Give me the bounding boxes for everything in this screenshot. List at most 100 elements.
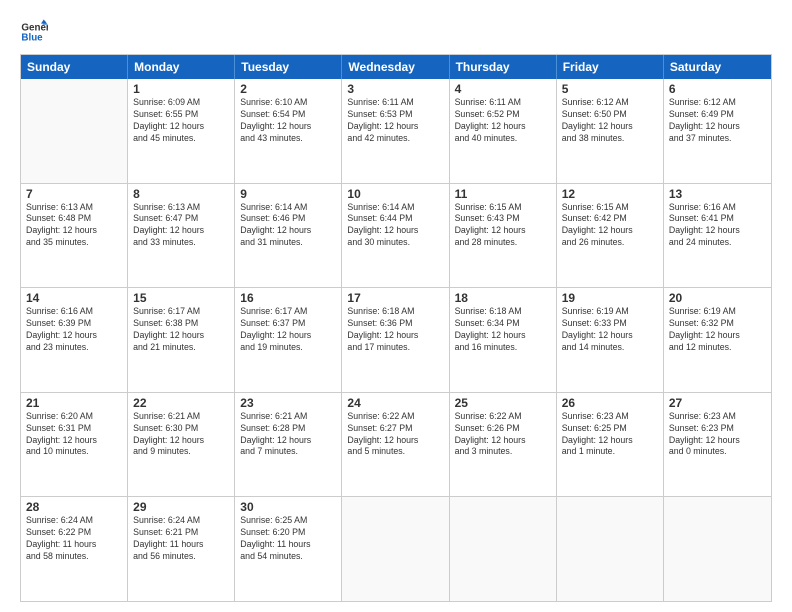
calendar-cell: 9Sunrise: 6:14 AMSunset: 6:46 PMDaylight… bbox=[235, 184, 342, 288]
cell-info: Daylight: 12 hours bbox=[562, 225, 658, 237]
calendar-row: 21Sunrise: 6:20 AMSunset: 6:31 PM Dayligh… bbox=[21, 393, 771, 498]
cell-info: Daylight: 12 hours bbox=[347, 121, 443, 133]
day-number: 13 bbox=[669, 187, 766, 201]
cell-info: Sunset: 6:37 PM bbox=[240, 318, 336, 330]
svg-text:Blue: Blue bbox=[21, 32, 43, 43]
cell-info: Sunset: 6:30 PM bbox=[133, 423, 229, 435]
cell-info: Sunset: 6:44 PM bbox=[347, 213, 443, 225]
calendar: SundayMondayTuesdayWednesdayThursdayFrid… bbox=[20, 54, 772, 602]
cell-info: Sunset: 6:38 PM bbox=[133, 318, 229, 330]
cell-info: Sunset: 6:34 PM bbox=[455, 318, 551, 330]
calendar-cell bbox=[664, 497, 771, 601]
calendar-cell: 18Sunrise: 6:18 AMSunset: 6:34 PMDayligh… bbox=[450, 288, 557, 392]
cell-info: and 37 minutes. bbox=[669, 133, 766, 145]
calendar-cell: 24Sunrise: 6:22 AMSunset: 6:27 PMDayligh… bbox=[342, 393, 449, 497]
calendar-header: SundayMondayTuesdayWednesdayThursdayFrid… bbox=[21, 55, 771, 79]
calendar-cell: 23Sunrise: 6:21 AMSunset: 6:28 PMDayligh… bbox=[235, 393, 342, 497]
cell-info: and 40 minutes. bbox=[455, 133, 551, 145]
cell-info: Sunrise: 6:18 AM bbox=[455, 306, 551, 318]
day-number: 29 bbox=[133, 500, 229, 514]
cell-info: Sunset: 6:31 PM bbox=[26, 423, 122, 435]
cell-info: Sunrise: 6:16 AM bbox=[669, 202, 766, 214]
cell-info: Sunrise: 6:23 AM bbox=[669, 411, 766, 423]
cell-info: Sunset: 6:25 PM bbox=[562, 423, 658, 435]
cell-info: and 7 minutes. bbox=[240, 446, 336, 458]
calendar-body: 1Sunrise: 6:09 AMSunset: 6:55 PMDaylight… bbox=[21, 79, 771, 601]
calendar-cell: 14Sunrise: 6:16 AMSunset: 6:39 PMDayligh… bbox=[21, 288, 128, 392]
cell-info: Sunrise: 6:19 AM bbox=[562, 306, 658, 318]
cell-info: and 54 minutes. bbox=[240, 551, 336, 563]
cell-info: and 14 minutes. bbox=[562, 342, 658, 354]
header-day: Tuesday bbox=[235, 55, 342, 79]
day-number: 19 bbox=[562, 291, 658, 305]
cell-info: Sunrise: 6:12 AM bbox=[562, 97, 658, 109]
header: General Blue bbox=[20, 18, 772, 46]
calendar-cell: 22Sunrise: 6:21 AMSunset: 6:30 PMDayligh… bbox=[128, 393, 235, 497]
calendar-cell: 16Sunrise: 6:17 AMSunset: 6:37 PMDayligh… bbox=[235, 288, 342, 392]
calendar-cell: 2Sunrise: 6:10 AMSunset: 6:54 PMDaylight… bbox=[235, 79, 342, 183]
cell-info: and 19 minutes. bbox=[240, 342, 336, 354]
calendar-cell: 21Sunrise: 6:20 AMSunset: 6:31 PMDayligh… bbox=[21, 393, 128, 497]
cell-info: Daylight: 12 hours bbox=[133, 121, 229, 133]
day-number: 20 bbox=[669, 291, 766, 305]
day-number: 5 bbox=[562, 82, 658, 96]
cell-info: Sunrise: 6:11 AM bbox=[455, 97, 551, 109]
cell-info: and 35 minutes. bbox=[26, 237, 122, 249]
calendar-cell: 20Sunrise: 6:19 AMSunset: 6:32 PMDayligh… bbox=[664, 288, 771, 392]
calendar-cell: 6Sunrise: 6:12 AMSunset: 6:49 PMDaylight… bbox=[664, 79, 771, 183]
cell-info: Daylight: 12 hours bbox=[669, 330, 766, 342]
cell-info: Sunrise: 6:24 AM bbox=[133, 515, 229, 527]
calendar-cell: 5Sunrise: 6:12 AMSunset: 6:50 PMDaylight… bbox=[557, 79, 664, 183]
calendar-cell bbox=[450, 497, 557, 601]
cell-info: Sunset: 6:49 PM bbox=[669, 109, 766, 121]
day-number: 22 bbox=[133, 396, 229, 410]
cell-info: Daylight: 12 hours bbox=[455, 121, 551, 133]
cell-info: Daylight: 11 hours bbox=[133, 539, 229, 551]
cell-info: Sunset: 6:27 PM bbox=[347, 423, 443, 435]
cell-info: Sunrise: 6:23 AM bbox=[562, 411, 658, 423]
cell-info: Sunrise: 6:10 AM bbox=[240, 97, 336, 109]
cell-info: and 31 minutes. bbox=[240, 237, 336, 249]
cell-info: Sunrise: 6:15 AM bbox=[455, 202, 551, 214]
cell-info: Daylight: 12 hours bbox=[455, 330, 551, 342]
cell-info: Sunset: 6:43 PM bbox=[455, 213, 551, 225]
calendar-cell: 4Sunrise: 6:11 AMSunset: 6:52 PMDaylight… bbox=[450, 79, 557, 183]
cell-info: Sunset: 6:21 PM bbox=[133, 527, 229, 539]
calendar-row: 1Sunrise: 6:09 AMSunset: 6:55 PMDaylight… bbox=[21, 79, 771, 184]
day-number: 7 bbox=[26, 187, 122, 201]
calendar-row: 7Sunrise: 6:13 AMSunset: 6:48 PMDaylight… bbox=[21, 184, 771, 289]
calendar-cell bbox=[557, 497, 664, 601]
cell-info: Daylight: 12 hours bbox=[26, 330, 122, 342]
calendar-cell: 8Sunrise: 6:13 AMSunset: 6:47 PMDaylight… bbox=[128, 184, 235, 288]
calendar-row: 14Sunrise: 6:16 AMSunset: 6:39 PMDayligh… bbox=[21, 288, 771, 393]
day-number: 1 bbox=[133, 82, 229, 96]
cell-info: and 5 minutes. bbox=[347, 446, 443, 458]
cell-info: Daylight: 12 hours bbox=[347, 225, 443, 237]
day-number: 4 bbox=[455, 82, 551, 96]
cell-info: Sunset: 6:33 PM bbox=[562, 318, 658, 330]
cell-info: Daylight: 12 hours bbox=[240, 225, 336, 237]
calendar-cell: 25Sunrise: 6:22 AMSunset: 6:26 PMDayligh… bbox=[450, 393, 557, 497]
day-number: 25 bbox=[455, 396, 551, 410]
cell-info: and 16 minutes. bbox=[455, 342, 551, 354]
cell-info: Sunset: 6:20 PM bbox=[240, 527, 336, 539]
day-number: 21 bbox=[26, 396, 122, 410]
calendar-cell: 30Sunrise: 6:25 AMSunset: 6:20 PMDayligh… bbox=[235, 497, 342, 601]
cell-info: and 17 minutes. bbox=[347, 342, 443, 354]
cell-info: Daylight: 12 hours bbox=[669, 435, 766, 447]
calendar-cell: 29Sunrise: 6:24 AMSunset: 6:21 PMDayligh… bbox=[128, 497, 235, 601]
cell-info: and 56 minutes. bbox=[133, 551, 229, 563]
day-number: 30 bbox=[240, 500, 336, 514]
cell-info: Sunset: 6:26 PM bbox=[455, 423, 551, 435]
calendar-cell: 13Sunrise: 6:16 AMSunset: 6:41 PMDayligh… bbox=[664, 184, 771, 288]
day-number: 6 bbox=[669, 82, 766, 96]
cell-info: Sunrise: 6:20 AM bbox=[26, 411, 122, 423]
cell-info: Daylight: 12 hours bbox=[669, 225, 766, 237]
header-day: Wednesday bbox=[342, 55, 449, 79]
cell-info: Daylight: 12 hours bbox=[347, 330, 443, 342]
calendar-cell: 11Sunrise: 6:15 AMSunset: 6:43 PMDayligh… bbox=[450, 184, 557, 288]
cell-info: Sunrise: 6:15 AM bbox=[562, 202, 658, 214]
cell-info: and 21 minutes. bbox=[133, 342, 229, 354]
cell-info: Sunset: 6:52 PM bbox=[455, 109, 551, 121]
header-day: Sunday bbox=[21, 55, 128, 79]
